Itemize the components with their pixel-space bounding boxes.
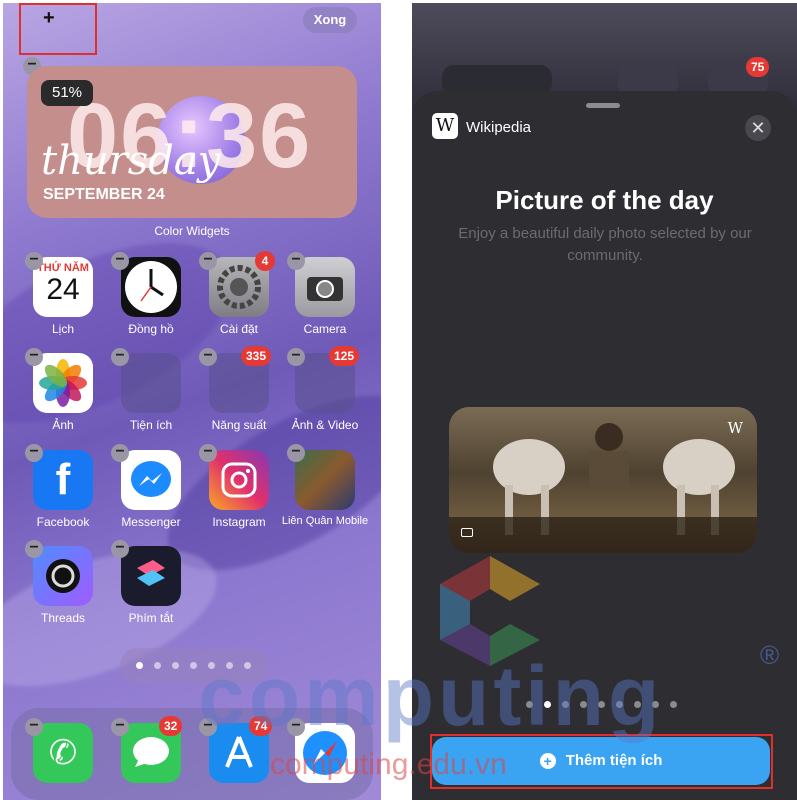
notification-badge: 75 [746, 57, 770, 77]
remove-app-button[interactable]: − [287, 444, 305, 462]
photo-info-icon [461, 528, 473, 537]
add-widget-highlight [19, 3, 97, 55]
close-button[interactable]: ✕ [745, 115, 771, 141]
app-label: Ảnh [52, 418, 74, 432]
bull-race-image [449, 423, 757, 553]
remove-app-button[interactable]: − [199, 444, 217, 462]
remove-app-button[interactable]: − [25, 540, 43, 558]
app-label: Threads [40, 611, 86, 625]
app-label: Năng suất [211, 418, 267, 432]
remove-app-button[interactable]: − [111, 540, 129, 558]
app-label: Đồng hồ [128, 322, 174, 336]
messenger-icon [121, 450, 181, 510]
notification-badge: 335 [241, 346, 272, 366]
page-dot-active [136, 662, 143, 669]
page-dot [154, 662, 161, 669]
calendar-day: 24 [46, 273, 80, 306]
shortcuts-icon [121, 546, 181, 606]
notification-badge: 125 [329, 346, 360, 366]
camera-icon [295, 257, 355, 317]
app-label: Ảnh & Video [291, 418, 359, 432]
remove-app-button[interactable]: − [111, 252, 129, 270]
widget-title: Picture of the day [495, 185, 714, 215]
instagram-icon [209, 450, 269, 510]
watermark-site: computing.edu.vn [270, 748, 507, 781]
app-label: Cài đặt [219, 322, 259, 336]
photos-icon [33, 353, 93, 413]
remove-app-button[interactable]: − [111, 444, 129, 462]
app-facebook[interactable]: f Facebook [25, 450, 101, 529]
remove-app-button[interactable]: − [287, 348, 305, 366]
add-widget-label: Thêm tiện ích [565, 752, 663, 769]
page-dot [172, 662, 179, 669]
app-label: Camera [303, 322, 347, 336]
widget-description: Enjoy a beautiful daily photo selected b… [458, 225, 752, 264]
app-label: Phím tắt [128, 611, 174, 625]
notification-badge: 32 [159, 716, 183, 736]
watermark-registered: ® [760, 640, 780, 670]
calendar-icon: THỨ NĂM 24 [33, 257, 93, 317]
remove-app-button[interactable]: − [25, 348, 43, 366]
widget-label: Color Widgets [154, 224, 230, 238]
folder-icon [121, 353, 181, 413]
facebook-icon: f [33, 450, 93, 510]
watermark-brand: computing [198, 649, 664, 743]
done-button[interactable]: Xong [303, 7, 357, 33]
remove-app-button[interactable]: − [25, 444, 43, 462]
app-instagram[interactable]: Instagram [201, 450, 277, 529]
app-label: Facebook [36, 515, 90, 529]
app-messenger[interactable]: Messenger [113, 450, 189, 529]
battery-indicator: 51% [41, 80, 93, 106]
remove-app-button[interactable]: − [199, 348, 217, 366]
notification-badge: 4 [255, 251, 275, 271]
app-label: Instagram [212, 515, 266, 529]
app-label: Lịch [51, 322, 74, 336]
widget-preview-photo[interactable]: W [449, 407, 757, 553]
add-widget-button[interactable]: + [43, 7, 55, 30]
remove-app-button[interactable]: − [199, 252, 217, 270]
wikipedia-logo-icon: W [432, 113, 458, 139]
app-label: Liên Quân Mobile [281, 515, 369, 527]
widget-date: SEPTEMBER 24 [43, 186, 165, 203]
app-label: Tiện ích [129, 418, 173, 432]
app-threads[interactable]: Threads [25, 546, 101, 625]
remove-app-button[interactable]: − [111, 348, 129, 366]
clock-icon [121, 257, 181, 317]
game-icon [295, 450, 355, 510]
remove-app-button[interactable]: − [111, 718, 129, 736]
page-dot [670, 701, 677, 708]
widget-app-name: Wikipedia [466, 119, 532, 136]
plus-circle-icon: + [539, 753, 556, 770]
color-widget[interactable]: 06:36 51% thursday SEPTEMBER 24 [27, 66, 357, 218]
app-shortcuts[interactable]: Phím tắt [113, 546, 189, 625]
threads-icon [33, 546, 93, 606]
page-dot [190, 662, 197, 669]
remove-app-button[interactable]: − [25, 252, 43, 270]
phone-icon: ✆ [33, 723, 93, 783]
wikipedia-watermark-icon: W [727, 419, 743, 437]
widget-day: thursday [41, 138, 221, 184]
remove-app-button[interactable]: − [287, 252, 305, 270]
app-label: Messenger [121, 515, 181, 529]
sheet-grabber[interactable] [586, 103, 620, 108]
remove-app-button[interactable]: − [25, 718, 43, 736]
